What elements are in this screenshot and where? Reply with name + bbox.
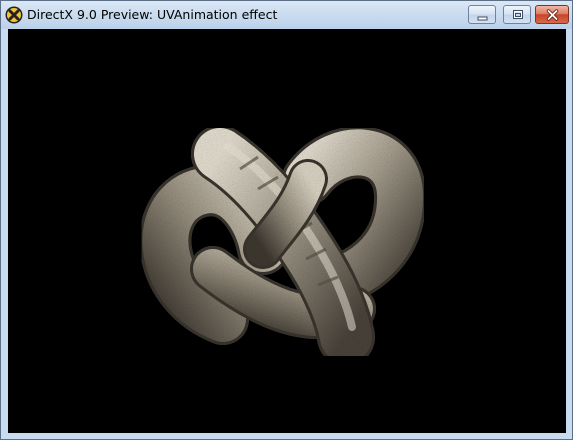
- maximize-icon: [513, 10, 523, 19]
- title-bar[interactable]: DirectX 9.0 Preview: UVAnimation effect: [1, 1, 572, 29]
- minimize-button[interactable]: [468, 5, 496, 24]
- app-window: DirectX 9.0 Preview: UVAnimation effect: [0, 0, 573, 440]
- maximize-button[interactable]: [503, 5, 531, 24]
- knot-geometry: [139, 125, 427, 366]
- torus-knot-render: [139, 125, 427, 366]
- directx-x-icon[interactable]: [5, 6, 23, 24]
- close-icon: [546, 9, 559, 21]
- close-button[interactable]: [535, 5, 569, 24]
- render-viewport[interactable]: [8, 29, 566, 433]
- minimize-icon: [477, 16, 488, 21]
- window-title: DirectX 9.0 Preview: UVAnimation effect: [27, 7, 278, 22]
